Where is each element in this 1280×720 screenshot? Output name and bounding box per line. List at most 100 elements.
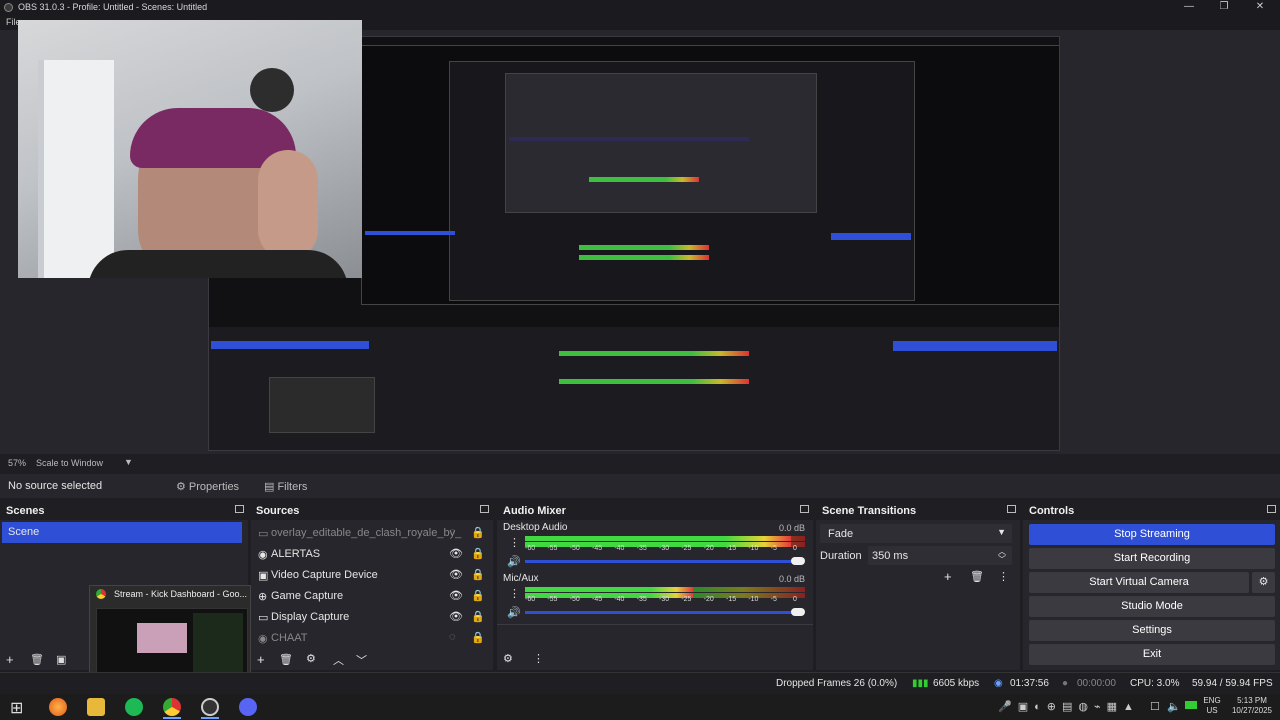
volume-knob[interactable]: [791, 608, 805, 616]
source-item[interactable]: ⊕ Game Capture 👁 🔒: [251, 586, 493, 607]
sources-header: Sources: [251, 502, 493, 520]
kebab-menu-icon[interactable]: ⋮: [509, 536, 520, 549]
gear-icon[interactable]: ⚙: [503, 652, 513, 665]
add-scene-button[interactable]: +: [6, 652, 14, 667]
lock-icon[interactable]: 🔒: [471, 547, 485, 560]
spotify-icon[interactable]: [125, 698, 143, 716]
scene-filter-icon[interactable]: ▣: [56, 653, 66, 666]
clock-date[interactable]: 10/27/2025: [1228, 706, 1276, 715]
kebab-menu-icon[interactable]: ⋮: [998, 570, 1009, 583]
webcam-feed: [18, 20, 362, 278]
meter-tick-label: -10: [748, 545, 759, 552]
gear-icon[interactable]: ⚙: [1252, 572, 1275, 593]
meter-tick-label: -60: [525, 596, 536, 603]
eye-icon[interactable]: 👁: [449, 610, 463, 623]
undock-icon[interactable]: [1267, 505, 1276, 513]
chrome-icon[interactable]: [163, 698, 181, 716]
eye-hidden-icon[interactable]: ◌: [449, 631, 456, 643]
lang-top[interactable]: ENG: [1201, 696, 1223, 705]
duration-spinbox[interactable]: 350 ms ︿ ﹀: [868, 546, 1012, 565]
file-explorer-icon[interactable]: [87, 698, 105, 716]
speaker-icon[interactable]: 🔊: [507, 606, 521, 619]
source-item[interactable]: ▭ Display Capture 👁 🔒: [251, 607, 493, 628]
meter-tick-label: -20: [703, 545, 714, 552]
meter-tick-label: -15: [726, 596, 737, 603]
move-up-icon[interactable]: ︿: [333, 652, 344, 668]
transitions-header: Scene Transitions: [816, 502, 1020, 520]
lock-icon[interactable]: 🔒: [471, 526, 485, 539]
meter-tick-label: 0: [793, 545, 797, 552]
gear-icon[interactable]: ⚙: [306, 652, 316, 665]
volume-slider[interactable]: [525, 611, 795, 614]
trash-icon[interactable]: 🗑: [30, 653, 44, 666]
discord-icon[interactable]: [239, 698, 257, 716]
eye-icon[interactable]: 👁: [449, 589, 463, 602]
obs-icon[interactable]: [201, 698, 219, 716]
properties-button[interactable]: ⚙ Properties: [176, 480, 239, 493]
lock-icon[interactable]: 🔒: [471, 610, 485, 623]
windows-start-icon[interactable]: ⊞: [10, 698, 23, 718]
lock-icon[interactable]: 🔒: [471, 589, 485, 602]
stop-streaming-button[interactable]: Stop Streaming: [1029, 524, 1275, 545]
move-down-icon[interactable]: ﹀: [356, 652, 367, 668]
studio-mode-button[interactable]: Studio Mode: [1029, 596, 1275, 617]
start-recording-button[interactable]: Start Recording: [1029, 548, 1275, 569]
meter-tick-label: -50: [569, 545, 580, 552]
nested-meter: [559, 379, 749, 384]
eye-hidden-icon[interactable]: ◌: [449, 526, 456, 538]
lock-icon[interactable]: 🔒: [471, 568, 485, 581]
speaker-icon[interactable]: 🔊: [507, 555, 521, 568]
exit-button[interactable]: Exit: [1029, 644, 1275, 665]
volume-icon[interactable]: 🔈: [1167, 700, 1181, 713]
lang-bottom[interactable]: US: [1201, 706, 1223, 715]
eye-icon[interactable]: 👁: [449, 547, 463, 560]
webcam-door: [38, 60, 114, 278]
trash-icon[interactable]: 🗑: [970, 570, 984, 583]
close-icon[interactable]: ✕: [1253, 1, 1267, 13]
browser-source-icon: ◉: [258, 633, 268, 645]
add-source-button[interactable]: +: [257, 652, 265, 667]
minimize-icon[interactable]: —: [1182, 1, 1196, 13]
lock-icon[interactable]: 🔒: [471, 631, 485, 644]
chevron-down-icon[interactable]: ▼: [124, 457, 133, 467]
undock-icon[interactable]: [235, 505, 244, 513]
spin-down-icon[interactable]: ﹀: [998, 554, 1006, 565]
level-meter-fill: [525, 536, 791, 541]
kebab-menu-icon[interactable]: ⋮: [509, 587, 520, 600]
volume-slider[interactable]: [525, 560, 795, 563]
cpu-usage: CPU: 3.0%: [1130, 678, 1180, 689]
clock-time[interactable]: 5:13 PM: [1228, 696, 1276, 705]
volume-knob[interactable]: [791, 557, 805, 565]
undock-icon[interactable]: [800, 505, 809, 513]
active-indicator: [201, 717, 219, 719]
source-item[interactable]: ◉ CHAAT ◌ 🔒: [251, 628, 493, 649]
dropped-frames: Dropped Frames 26 (0.0%): [776, 678, 898, 689]
trash-icon[interactable]: 🗑: [279, 653, 293, 666]
source-item[interactable]: ▭ overlay_editable_de_clash_royale_by_ ◌…: [251, 523, 493, 544]
eye-icon[interactable]: 👁: [449, 568, 463, 581]
level-meter-fill: [525, 587, 693, 592]
meter-tick-label: -25: [681, 596, 692, 603]
source-item[interactable]: ▣ Video Capture Device 👁 🔒: [251, 565, 493, 586]
mixer-title: Audio Mixer: [503, 505, 566, 517]
undock-icon[interactable]: [1007, 505, 1016, 513]
tray-icons[interactable]: 🎤▣◐⊕▤◍⌁▦▲: [998, 700, 1140, 713]
filters-button[interactable]: ▤ Filters: [264, 480, 307, 493]
add-transition-button[interactable]: +: [944, 569, 952, 584]
battery-icon[interactable]: [1185, 701, 1197, 709]
channel-db: 0.0 dB: [779, 574, 806, 584]
maximize-icon[interactable]: ❐: [1217, 1, 1231, 13]
source-item[interactable]: ◉ ALERTAS 👁 🔒: [251, 544, 493, 565]
transition-select[interactable]: Fade ▼: [820, 524, 1012, 543]
duration-value: 350 ms: [872, 550, 909, 562]
scene-item[interactable]: Scene: [2, 522, 242, 543]
network-icon[interactable]: ☐: [1150, 700, 1160, 713]
scale-mode-select[interactable]: Scale to Window: [36, 458, 103, 468]
signal-icon: ▮▮▮: [912, 678, 929, 689]
settings-button[interactable]: Settings: [1029, 620, 1275, 641]
nested-meter: [579, 245, 709, 250]
firefox-icon[interactable]: [49, 698, 67, 716]
start-virtual-camera-button[interactable]: Start Virtual Camera: [1029, 572, 1249, 593]
undock-icon[interactable]: [480, 505, 489, 513]
kebab-menu-icon[interactable]: ⋮: [533, 652, 544, 665]
